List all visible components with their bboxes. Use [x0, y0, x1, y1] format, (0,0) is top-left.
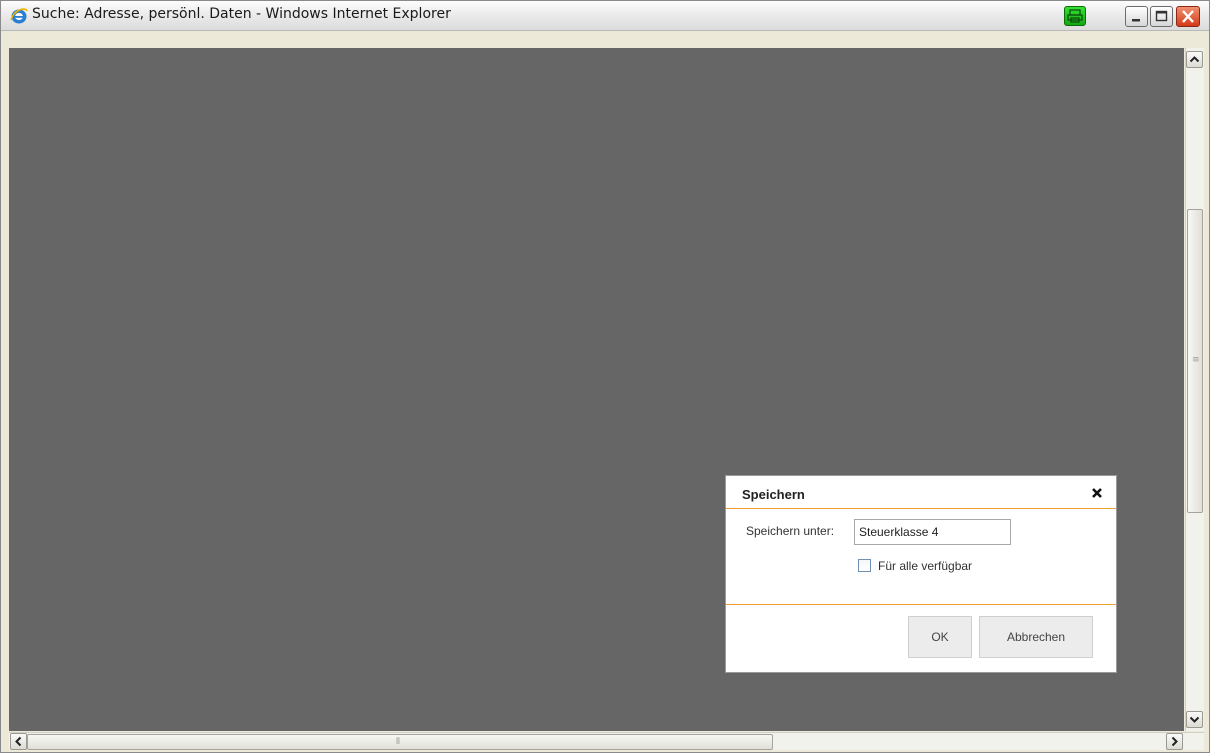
vertical-scroll-thumb[interactable]: ≡: [1187, 209, 1203, 513]
window-title: Suche: Adresse, persönl. Daten - Windows…: [32, 6, 451, 22]
scroll-up-icon[interactable]: [1186, 51, 1203, 68]
minimize-icon[interactable]: [1125, 6, 1148, 27]
ok-button[interactable]: OK: [908, 616, 972, 658]
available-for-all-label[interactable]: Für alle verfügbar: [878, 559, 972, 573]
available-for-all-checkbox[interactable]: [858, 559, 871, 572]
save-as-label: Speichern unter:: [746, 524, 835, 538]
internet-explorer-icon: [10, 7, 28, 25]
horizontal-scroll-thumb[interactable]: ⦀: [27, 734, 773, 750]
dialog-title: Speichern: [742, 487, 805, 502]
scroll-down-icon[interactable]: [1186, 711, 1203, 728]
title-bar[interactable]: Suche: Adresse, persönl. Daten - Windows…: [1, 1, 1209, 31]
horizontal-scrollbar[interactable]: ⦀: [9, 732, 1204, 750]
browser-window: Suche: Adresse, persönl. Daten - Windows…: [0, 0, 1210, 753]
grip-icon: ⦀: [396, 737, 400, 747]
save-dialog: Speichern Speichern unter: Für alle verf…: [725, 475, 1117, 673]
close-icon[interactable]: [1176, 6, 1200, 27]
printer-icon[interactable]: [1064, 6, 1086, 26]
dialog-header[interactable]: Speichern: [726, 476, 1116, 509]
vertical-scrollbar[interactable]: ≡: [1185, 48, 1204, 731]
close-x-icon[interactable]: [1090, 485, 1104, 499]
cancel-button[interactable]: Abbrechen: [979, 616, 1093, 658]
scroll-right-icon[interactable]: [1166, 733, 1183, 750]
dialog-separator: [726, 604, 1116, 605]
grip-icon: ≡: [1192, 355, 1200, 365]
scroll-left-icon[interactable]: [10, 733, 27, 750]
save-as-input[interactable]: [854, 519, 1011, 545]
maximize-icon[interactable]: [1150, 6, 1173, 27]
